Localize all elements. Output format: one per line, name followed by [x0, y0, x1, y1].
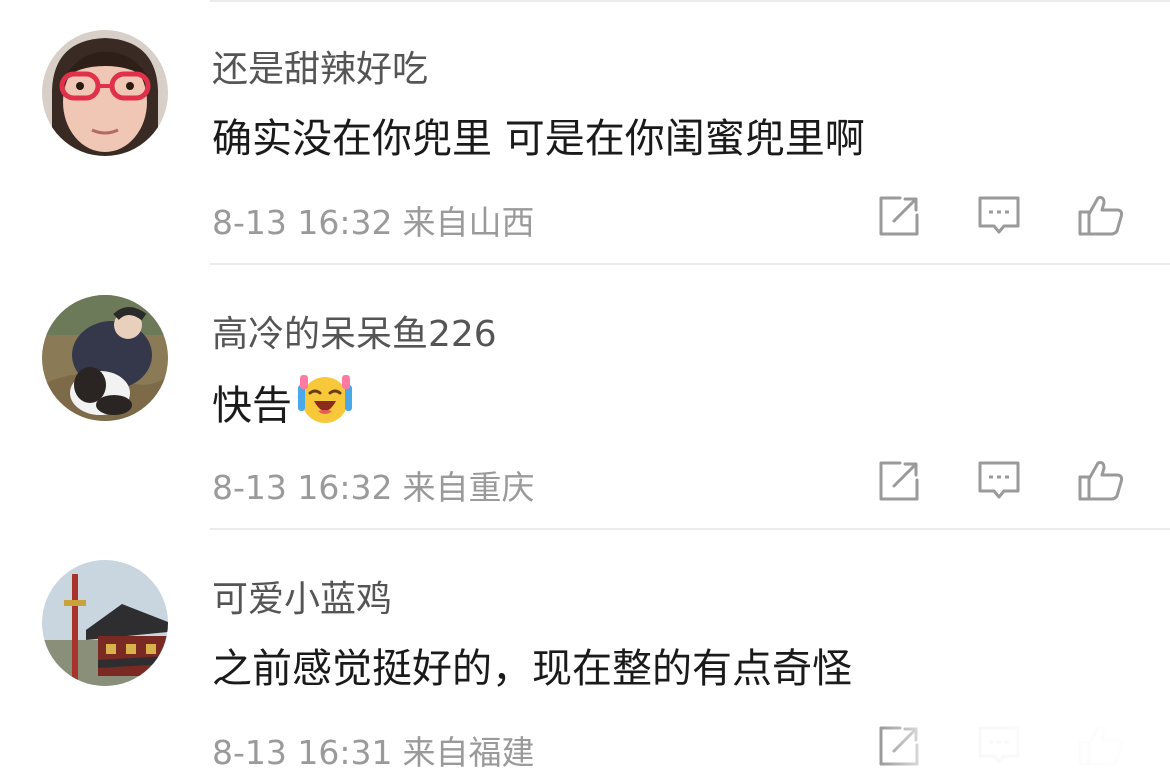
thumbs-up-icon[interactable]	[1076, 190, 1126, 240]
comment-text-content: 快告	[212, 383, 292, 429]
comment-actions	[0, 190, 1170, 240]
username[interactable]: 还是甜辣好吃	[212, 40, 428, 92]
laughing-tears-emoji	[296, 371, 354, 429]
comment-item: 还是甜辣好吃 确实没在你兜里 可是在你闺蜜兜里啊 8-13 16:32 来自山西	[0, 0, 1170, 265]
comment-text: 确实没在你兜里 可是在你闺蜜兜里啊	[212, 116, 865, 162]
comment-item: 高冷的呆呆鱼226 快告 8-13 16:32 来自重庆	[0, 265, 1170, 530]
username[interactable]: 可爱小蓝鸡	[212, 570, 392, 622]
avatar[interactable]	[42, 560, 168, 686]
comment-text: 之前感觉挺好的，现在整的有点奇怪	[212, 646, 852, 692]
repost-icon[interactable]	[874, 455, 924, 505]
repost-icon[interactable]	[874, 190, 924, 240]
comment-icon[interactable]	[974, 190, 1024, 240]
fade-overlay	[880, 722, 1170, 779]
avatar[interactable]	[42, 295, 168, 421]
avatar[interactable]	[42, 30, 168, 156]
thumbs-up-icon[interactable]	[1076, 455, 1126, 505]
comment-text: 快告	[212, 371, 354, 431]
username[interactable]: 高冷的呆呆鱼226	[212, 305, 497, 357]
comment-icon[interactable]	[974, 455, 1024, 505]
comment-actions	[0, 455, 1170, 505]
